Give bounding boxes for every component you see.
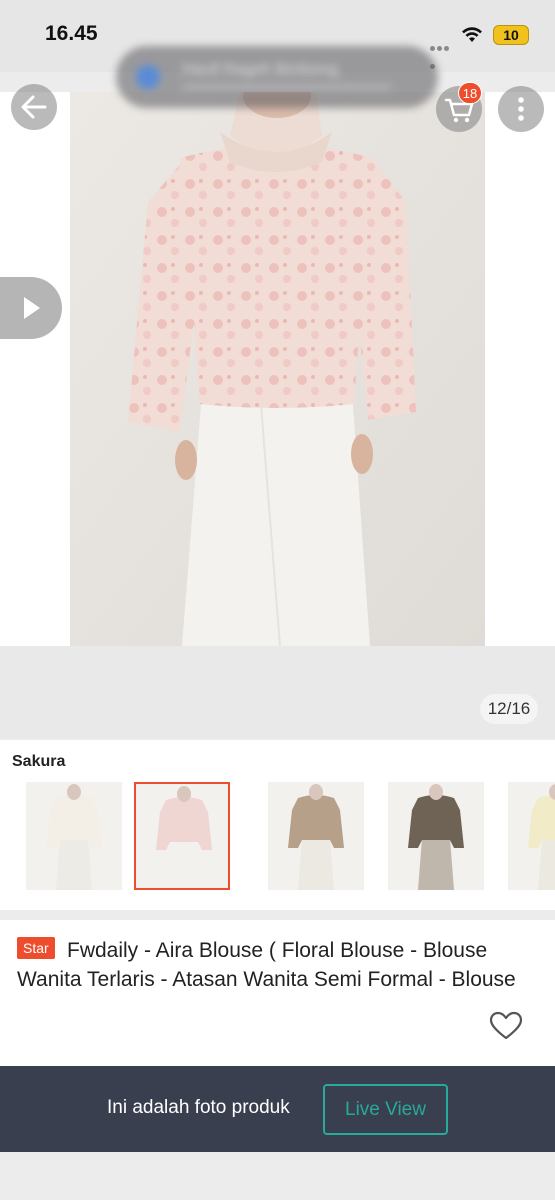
product-info: Fwdaily - Aira Blouse ( Floral Blouse - …	[0, 920, 555, 1066]
notification-banner[interactable]: Hanif Rageh Birdseng	[116, 46, 438, 108]
status-time: 16.45	[45, 22, 98, 45]
battery-level: 10	[503, 27, 519, 43]
product-image-gallery[interactable]: 12/16	[0, 92, 555, 738]
product-screen: 16.45 10 12/16 Hanif Rageh Birdseng 18 S…	[0, 0, 555, 1200]
cart-count-badge: 18	[458, 82, 482, 104]
notification-text: Hanif Rageh Birdseng	[182, 61, 339, 78]
variation-thumbnail-sakura[interactable]	[134, 782, 230, 890]
heart-icon[interactable]	[489, 1011, 523, 1041]
back-button[interactable]	[11, 84, 57, 130]
app-icon	[136, 65, 160, 89]
variation-thumbnail-brown[interactable]	[388, 782, 484, 890]
wifi-icon	[462, 27, 482, 42]
notification-subtext	[182, 84, 392, 90]
variation-selector: Sakura	[0, 740, 555, 910]
play-video-button[interactable]	[0, 277, 62, 339]
variation-thumbnail-yellow[interactable]	[508, 782, 555, 890]
more-vertical-icon	[518, 97, 524, 121]
arrow-left-icon	[21, 95, 47, 119]
selected-variation-label: Sakura	[12, 753, 66, 770]
banner-text: Ini adalah foto produk	[107, 1097, 290, 1118]
product-title: Fwdaily - Aira Blouse ( Floral Blouse - …	[17, 939, 516, 991]
variation-thumbnail-mocca[interactable]	[268, 782, 364, 890]
more-options-button[interactable]	[498, 86, 544, 132]
image-counter: 12/16	[480, 694, 538, 724]
star-badge: Star	[17, 937, 55, 959]
variation-thumbnail-cream[interactable]	[26, 782, 122, 890]
battery-icon: 10	[493, 25, 529, 45]
bottom-area	[0, 1152, 555, 1200]
product-photo[interactable]	[70, 92, 485, 646]
live-view-button[interactable]: Live View	[323, 1084, 448, 1135]
live-view-banner: Ini adalah foto produk Live View	[0, 1066, 555, 1152]
signal-icon	[430, 38, 456, 69]
play-icon	[24, 297, 40, 319]
